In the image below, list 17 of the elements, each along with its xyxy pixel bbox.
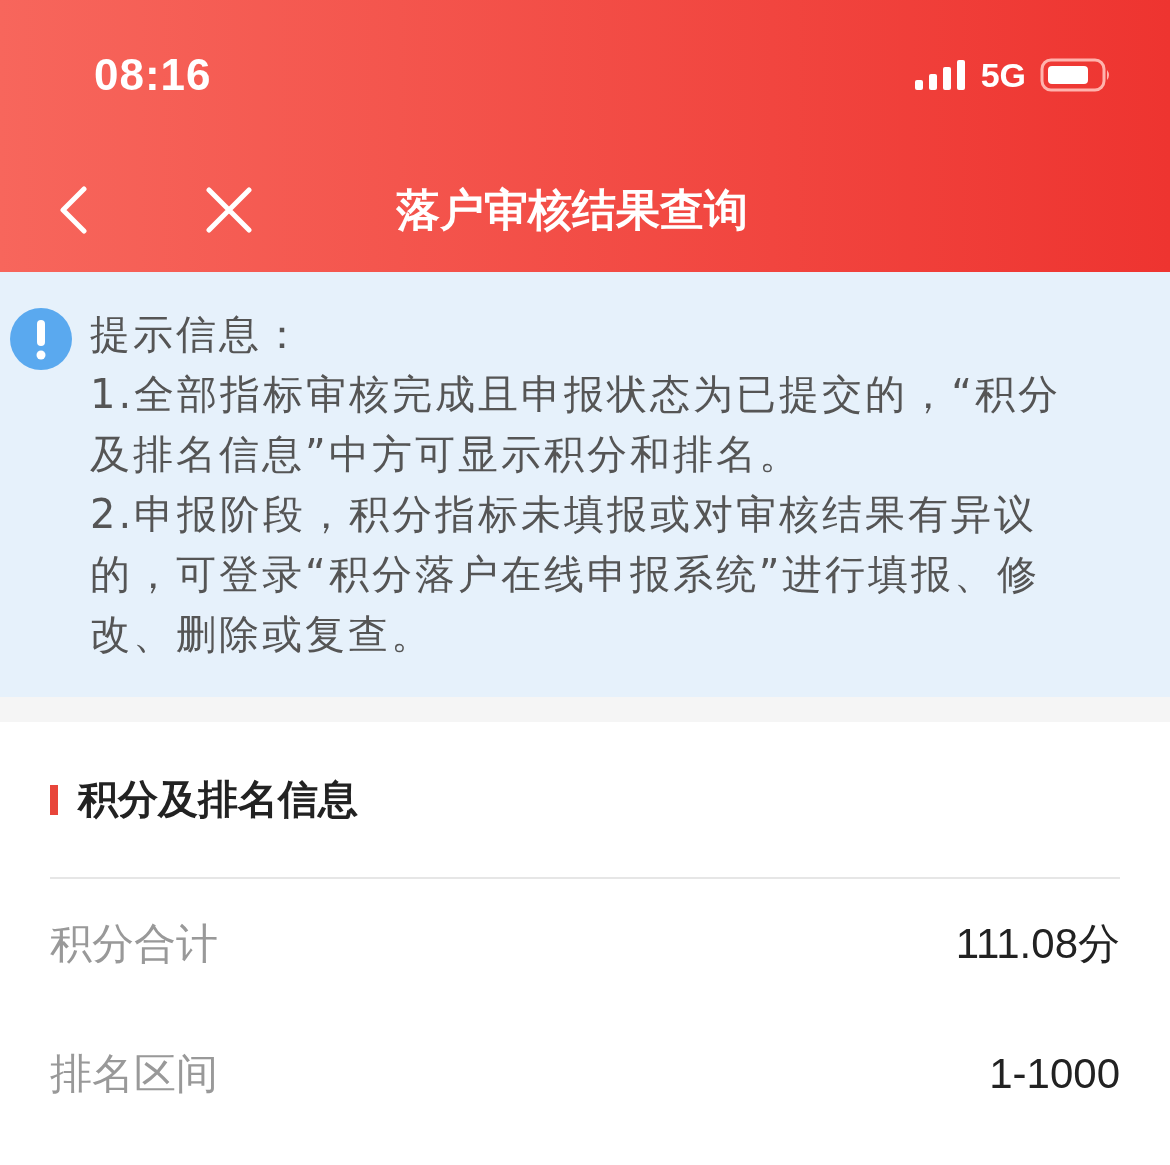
network-label: 5G (980, 55, 1026, 95)
notice-text: 2.申报阶段，积分指标未填报或对审核结果有异议的，可登录“积分落户在线申报系统”进行填报、修改、删除或复查。 (90, 490, 1042, 659)
battery-icon (1040, 58, 1112, 92)
page-title: 落户审核结果查询 (396, 182, 748, 237)
row-label: 积分合计 (50, 918, 218, 970)
row-label: 排名区间 (50, 1048, 218, 1100)
section-title: 积分及排名信息 (78, 775, 358, 824)
exclamation-icon (10, 308, 72, 370)
status-time: 08:16 (94, 50, 212, 100)
close-icon[interactable] (206, 187, 252, 233)
row-value: 111.08分 (955, 919, 1120, 969)
signal-icon (914, 60, 967, 90)
accent-bar (50, 784, 58, 815)
back-icon[interactable] (58, 186, 88, 234)
notice-title: 提示信息： (90, 310, 306, 359)
notice-text: 1.全部指标审核完成且申报状态为已提交的，“积分及排名信息”中方可显示积分和排名。 (90, 370, 1062, 479)
row-value: 1-1000 (989, 1050, 1120, 1098)
